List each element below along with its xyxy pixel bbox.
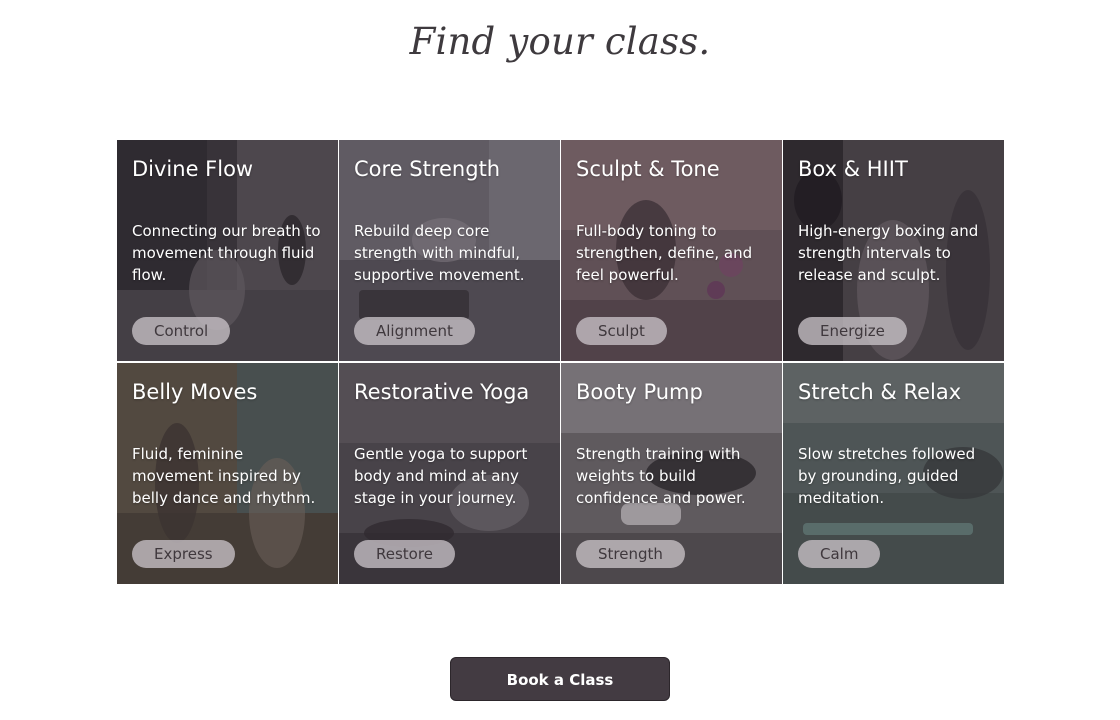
class-title: Box & HIIT [798,157,908,181]
class-card-restorative-yoga[interactable]: Restorative Yoga Gentle yoga to support … [339,363,560,584]
class-title: Restorative Yoga [354,380,530,404]
class-title: Sculpt & Tone [576,157,720,181]
class-title: Booty Pump [576,380,703,404]
class-title: Core Strength [354,157,501,181]
class-description: Fluid, feminine movement inspired by bel… [132,445,316,507]
class-card-divine-flow[interactable]: Divine Flow Connecting our breath to mov… [117,140,338,361]
class-tag[interactable]: Energize [798,317,907,345]
class-description: Slow stretches followed by grounding, gu… [798,445,976,507]
class-title: Belly Moves [132,380,258,404]
class-title: Stretch & Relax [798,380,962,404]
class-description: Rebuild deep core strength with mindful,… [354,222,525,284]
class-description: Full-body toning to strengthen, define, … [576,222,753,284]
class-grid: Divine Flow Connecting our breath to mov… [116,140,1008,585]
class-tag[interactable]: Express [132,540,235,568]
class-description: Gentle yoga to support body and mind at … [354,445,528,507]
class-card-core-strength[interactable]: Core Strength Rebuild deep core strength… [339,140,560,361]
class-tag[interactable]: Calm [798,540,881,568]
class-tag[interactable]: Restore [354,540,455,568]
class-description: Connecting our breath to movement throug… [132,222,321,284]
book-class-button[interactable]: Book a Class [450,657,670,701]
class-card-sculpt-tone[interactable]: Sculpt & Tone Full-body toning to streng… [561,140,782,361]
page-title: Find your class. [409,20,711,63]
class-tag[interactable]: Sculpt [576,317,667,345]
class-tag[interactable]: Strength [576,540,685,568]
class-card-box-hiit[interactable]: Box & HIIT High-energy boxing and streng… [783,140,1004,361]
class-card-stretch-relax[interactable]: Stretch & Relax Slow stretches followed … [783,363,1004,584]
class-card-booty-pump[interactable]: Booty Pump Strength training with weight… [561,363,782,584]
class-title: Divine Flow [132,157,254,181]
class-tag[interactable]: Alignment [354,317,475,345]
class-tag[interactable]: Control [132,317,231,345]
class-description: Strength training with weights to build … [576,445,746,507]
class-description: High-energy boxing and strength interval… [798,222,979,284]
class-card-belly-moves[interactable]: Belly Moves Fluid, feminine movement ins… [117,363,338,584]
